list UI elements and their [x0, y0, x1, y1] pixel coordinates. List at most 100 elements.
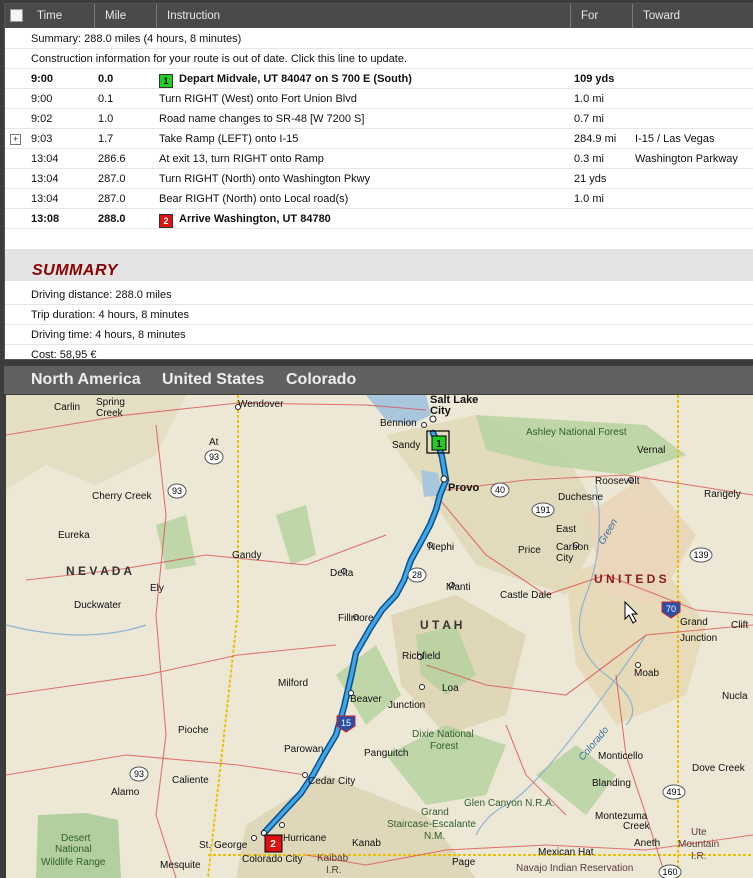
- step-distance: 284.9 mi: [574, 129, 616, 149]
- step-instruction: Turn RIGHT (North) onto Washington Pkwy: [159, 169, 370, 189]
- step-instruction-text: Road name changes to SR-48 [W 7200 S]: [159, 113, 365, 125]
- column-time[interactable]: Time: [5, 4, 95, 28]
- label-fillmore: Fillmore: [338, 613, 374, 624]
- step-mile-text: 0.1: [98, 93, 114, 105]
- window: Time Mile Instruction For Toward Summary…: [0, 0, 753, 878]
- direction-row[interactable]: 13:04 287.0 Bear RIGHT (North) onto Local …: [5, 189, 753, 209]
- label-milford: Milford: [278, 678, 308, 689]
- expand-icon[interactable]: +: [10, 134, 21, 145]
- shield-191: 191: [531, 502, 555, 518]
- label-desert-1: Desert: [61, 833, 91, 844]
- column-mile[interactable]: Mile: [95, 4, 157, 28]
- label-blanding: Blanding: [592, 778, 631, 789]
- label-dove-creek: Dove Creek: [692, 763, 746, 774]
- shield-93-c: 93: [129, 766, 149, 782]
- construction-update-line[interactable]: Construction information for your route …: [5, 49, 753, 69]
- label-nephi: Nephi: [428, 542, 454, 553]
- map-canvas[interactable]: 93 93 93 40 191 139 28 70 15 491 160 1 2: [6, 395, 753, 878]
- direction-row[interactable]: 13:04 287.0 Turn RIGHT (North) onto Washin…: [5, 169, 753, 189]
- column-toward[interactable]: Toward: [633, 4, 753, 28]
- end-marker-icon: 2: [159, 214, 173, 228]
- step-mile-text: 1.7: [98, 133, 114, 145]
- label-desert-2: National: [55, 844, 92, 855]
- shield-139: 139: [689, 547, 713, 563]
- step-distance-text: 284.9 mi: [574, 133, 617, 145]
- column-instruction-label: Instruction: [167, 10, 221, 22]
- direction-row[interactable]: 9:00 0.0 1 Depart Midvale, UT 84047 on S 70…: [5, 69, 753, 89]
- label-glen-canyon: Glen Canyon N.R.A.: [464, 798, 555, 809]
- column-toward-label: Toward: [643, 10, 681, 22]
- label-colorado-city: Colorado City: [242, 854, 303, 865]
- step-toward: Washington Parkway: [635, 149, 738, 169]
- svg-text:139: 139: [693, 550, 708, 560]
- label-clift: Clift: [731, 620, 748, 631]
- label-st-george: St. George: [199, 840, 248, 851]
- direction-row[interactable]: 9:02 1.0 Road name changes to SR-48 [W 720…: [5, 109, 753, 129]
- label-desert-3: Wildlife Range: [41, 857, 106, 868]
- direction-row[interactable]: 13:08 288.0 2 Arrive Washington, UT 84780: [5, 209, 753, 229]
- label-kaibab: Kaibab: [317, 853, 349, 864]
- label-eureka: Eureka: [58, 530, 90, 541]
- step-mile-text: 1.0: [98, 113, 114, 125]
- label-hurricane: Hurricane: [283, 833, 327, 844]
- label-ely: Ely: [150, 583, 164, 594]
- step-distance-text: 1.0 mi: [574, 193, 604, 205]
- label-kanab: Kanab: [352, 838, 381, 849]
- step-time-text: 13:04: [31, 193, 59, 205]
- step-distance: 0.7 mi: [574, 109, 604, 129]
- svg-text:40: 40: [495, 485, 505, 495]
- step-instruction-text: Bear RIGHT (North) onto Local road(s): [159, 193, 349, 205]
- select-all-checkbox[interactable]: [10, 9, 23, 22]
- label-spring-creek: Creek: [96, 408, 124, 419]
- label-salt-lake-city: City: [430, 405, 452, 417]
- step-time: 9:02: [31, 109, 52, 129]
- label-monticello: Monticello: [598, 751, 643, 762]
- summary-title: SUMMARY: [32, 262, 118, 279]
- label-bennion: Bennion: [380, 418, 417, 429]
- label-moab: Moab: [634, 668, 659, 679]
- shield-28: 28: [407, 567, 427, 583]
- route-map[interactable]: 93 93 93 40 191 139 28 70 15 491 160 1 2: [6, 395, 753, 878]
- step-mile: 286.6: [98, 149, 126, 169]
- label-dixie-forest-2: Forest: [430, 741, 459, 752]
- label-panguitch: Panguitch: [364, 748, 408, 759]
- label-ute-ir: I.R.: [691, 851, 707, 862]
- end-marker[interactable]: 2: [264, 834, 283, 853]
- driving-distance: Driving distance: 288.0 miles: [5, 285, 753, 305]
- step-time: 13:04: [31, 149, 59, 169]
- directions-header: Time Mile Instruction For Toward: [5, 4, 753, 28]
- label-ute: Ute: [691, 827, 707, 838]
- label-ashley-forest: Ashley National Forest: [526, 427, 627, 438]
- direction-row[interactable]: +9:03 1.7 Take Ramp (LEFT) onto I-15 284.9 …: [5, 129, 753, 149]
- column-instruction[interactable]: Instruction: [157, 4, 571, 28]
- step-time-text: 13:04: [31, 173, 59, 185]
- breadcrumb-north-america[interactable]: North America: [31, 371, 141, 389]
- shield-93-a: 93: [204, 449, 224, 465]
- label-mexican-hat: Mexican Hat: [538, 847, 594, 858]
- label-sandy: Sandy: [392, 440, 420, 451]
- label-duckwater: Duckwater: [74, 600, 122, 611]
- column-for[interactable]: For: [571, 4, 633, 28]
- step-distance: 109 yds: [574, 69, 614, 89]
- step-mile: 1.7: [98, 129, 113, 149]
- svg-text:1: 1: [436, 439, 442, 450]
- step-distance: 1.0 mi: [574, 189, 604, 209]
- breadcrumb-colorado[interactable]: Colorado: [286, 371, 356, 389]
- step-instruction-text: Turn RIGHT (North) onto Washington Pkwy: [159, 173, 371, 185]
- column-for-label: For: [581, 10, 599, 22]
- label-grand-junction-2: Junction: [680, 633, 717, 644]
- breadcrumb-united-states[interactable]: United States: [162, 371, 264, 389]
- step-time-text: 9:03: [31, 133, 53, 145]
- step-instruction: Road name changes to SR-48 [W 7200 S]: [159, 109, 364, 129]
- step-instruction: Turn RIGHT (West) onto Fort Union Blvd: [159, 89, 357, 109]
- summary-line[interactable]: Summary: 288.0 miles (4 hours, 8 minutes…: [5, 29, 753, 49]
- svg-text:160: 160: [662, 867, 677, 877]
- svg-text:70: 70: [666, 604, 676, 614]
- svg-text:93: 93: [172, 486, 182, 496]
- direction-row[interactable]: 9:00 0.1 Turn RIGHT (West) onto Fort Union…: [5, 89, 753, 109]
- start-marker-icon: 1: [159, 74, 173, 88]
- direction-row[interactable]: 13:04 286.6 At exit 13, turn RIGHT onto Ra…: [5, 149, 753, 169]
- step-time-text: 9:02: [31, 113, 53, 125]
- label-manti: Manti: [446, 582, 470, 593]
- step-instruction: At exit 13, turn RIGHT onto Ramp: [159, 149, 324, 169]
